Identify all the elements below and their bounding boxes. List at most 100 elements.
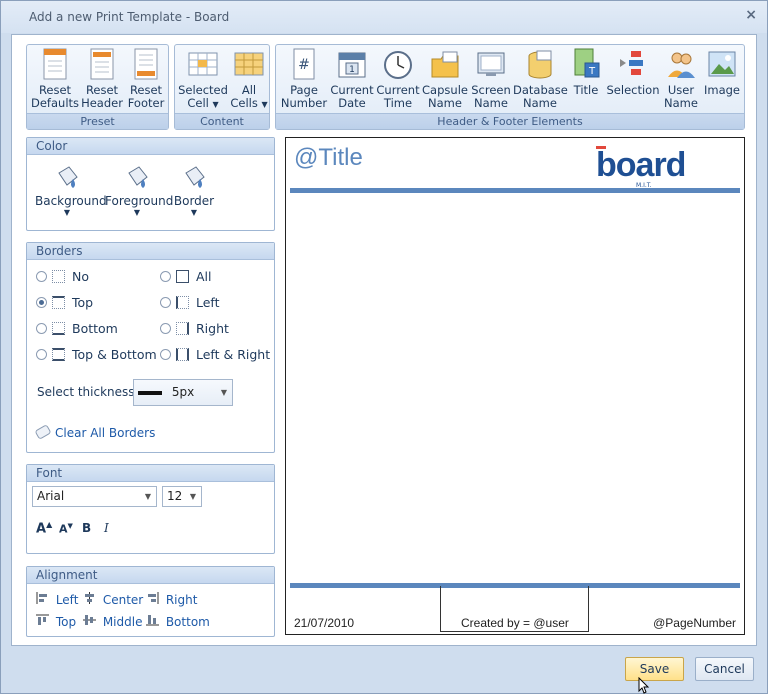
reset-footer-icon	[134, 48, 158, 80]
border-right-icon	[176, 322, 189, 335]
background-color-button[interactable]: Background ▼	[35, 163, 107, 217]
align-center-button[interactable]: Center	[83, 592, 143, 607]
grow-font-icon: A	[36, 521, 47, 537]
reset-header-line2: Header	[81, 96, 123, 110]
reset-defaults-line1: Reset	[38, 83, 72, 97]
radio-top[interactable]	[36, 297, 47, 308]
all-cells-button[interactable]: All Cells ▼	[230, 47, 268, 113]
radio-all[interactable]	[160, 271, 171, 282]
capsule-folder-icon	[431, 51, 459, 78]
align-top-icon	[36, 614, 49, 625]
capsule-name-line2: Name	[428, 96, 462, 110]
radio-left[interactable]	[160, 297, 171, 308]
paint-bucket-icon	[128, 166, 148, 188]
save-button[interactable]: Save	[625, 657, 684, 681]
border-left-icon	[176, 296, 189, 309]
align-left-button[interactable]: Left	[36, 592, 78, 607]
reset-footer-button[interactable]: Reset Footer	[125, 47, 167, 113]
calendar-icon: 1	[338, 52, 366, 78]
align-middle-label: Middle	[102, 615, 143, 629]
radio-right[interactable]	[160, 323, 171, 334]
border-bottom-icon	[52, 322, 65, 335]
logo-text: board	[596, 146, 686, 184]
current-date-button[interactable]: 1 Current Date	[330, 47, 374, 113]
page-number-line2: Number	[280, 96, 328, 110]
footer-selected-cell[interactable]: Created by = @user	[440, 586, 589, 632]
border-top-label: Top	[72, 295, 94, 310]
window-title: Add a new Print Template - Board	[29, 10, 230, 24]
italic-button[interactable]: I	[104, 521, 109, 535]
align-center-label: Center	[102, 593, 144, 607]
image-button[interactable]: Image	[702, 47, 742, 113]
reset-footer-line1: Reset	[129, 83, 163, 97]
chevron-down-icon: ▼	[133, 208, 141, 217]
screen-name-line2: Name	[474, 96, 508, 110]
align-middle-button[interactable]: Middle	[83, 614, 142, 629]
current-time-button[interactable]: Current Time	[376, 47, 420, 113]
image-icon	[708, 51, 736, 77]
chevron-down-icon: ▼	[189, 492, 196, 501]
font-panel: Font Arial ▼ 12 ▼ A▲ A▼ B I	[26, 464, 275, 554]
chevron-down-icon: ▼	[190, 208, 198, 217]
border-all-label: All	[196, 269, 212, 284]
radio-top-bottom[interactable]	[36, 349, 47, 360]
clear-all-borders-link[interactable]: Clear All Borders	[55, 426, 155, 440]
color-panel: Color Background ▼ Foreground ▼ Border ▼	[26, 137, 275, 231]
font-family-select[interactable]: Arial ▼	[32, 486, 157, 507]
screen-icon	[477, 52, 505, 76]
all-cells-icon	[234, 52, 264, 76]
bold-button[interactable]: B	[82, 521, 91, 535]
grow-font-button[interactable]: A▲	[36, 520, 52, 536]
thickness-value: 5px	[171, 385, 195, 399]
selected-cell-icon	[188, 52, 218, 76]
align-middle-icon	[83, 615, 96, 625]
page-number-icon: #	[293, 48, 315, 80]
chevron-down-icon: ▼	[220, 388, 227, 397]
footer-date-cell[interactable]: 21/07/2010	[294, 616, 354, 630]
radio-bottom[interactable]	[36, 323, 47, 334]
cancel-button[interactable]: Cancel	[695, 657, 754, 681]
alignment-panel-title: Alignment	[27, 567, 274, 584]
foreground-color-button[interactable]: Foreground ▼	[105, 163, 174, 217]
mouse-cursor-icon	[638, 677, 650, 694]
align-bottom-button[interactable]: Bottom	[146, 614, 210, 629]
reset-defaults-icon	[43, 48, 67, 80]
font-family-value: Arial	[37, 489, 65, 503]
border-color-button[interactable]: Border ▼	[173, 163, 215, 217]
align-right-button[interactable]: Right	[146, 592, 197, 607]
title-button[interactable]: T Title	[569, 47, 603, 113]
border-none-icon	[52, 270, 65, 283]
page-number-line1: Page	[290, 83, 318, 97]
shrink-font-icon: A	[59, 522, 68, 536]
selection-icon	[620, 51, 643, 75]
selected-cell-button[interactable]: Selected Cell ▼	[178, 47, 228, 113]
header-title-cell[interactable]: @Title	[294, 144, 363, 172]
foreground-label: Foreground	[105, 194, 174, 208]
close-icon[interactable]: ×	[745, 7, 757, 23]
reset-defaults-line2: Defaults	[31, 96, 80, 110]
selection-button[interactable]: Selection	[605, 47, 661, 113]
screen-name-button[interactable]: Screen Name	[470, 47, 512, 113]
align-top-button[interactable]: Top	[36, 614, 76, 629]
shrink-font-button[interactable]: A▼	[59, 522, 73, 536]
footer-page-number-cell[interactable]: @PageNumber	[653, 616, 736, 630]
border-right-label: Right	[196, 321, 229, 336]
capsule-name-button[interactable]: Capsule Name	[422, 47, 468, 113]
background-label: Background	[35, 194, 107, 208]
font-size-select[interactable]: 12 ▼	[162, 486, 202, 507]
align-center-icon	[85, 592, 94, 604]
radio-left-right[interactable]	[160, 349, 171, 360]
reset-header-button[interactable]: Reset Header	[80, 47, 124, 113]
capsule-name-line1: Capsule	[422, 83, 468, 97]
thickness-select[interactable]: 5px ▼	[133, 379, 233, 406]
align-left-icon	[36, 592, 47, 604]
image-line1: Image	[703, 83, 741, 97]
align-top-label: Top	[55, 615, 77, 629]
align-left-label: Left	[55, 593, 79, 607]
align-right-icon	[148, 592, 159, 604]
radio-no[interactable]	[36, 271, 47, 282]
user-name-button[interactable]: User Name	[662, 47, 700, 113]
reset-defaults-button[interactable]: Reset Defaults	[31, 47, 79, 113]
database-name-button[interactable]: Database Name	[513, 47, 568, 113]
page-number-button[interactable]: # Page Number	[280, 47, 328, 113]
